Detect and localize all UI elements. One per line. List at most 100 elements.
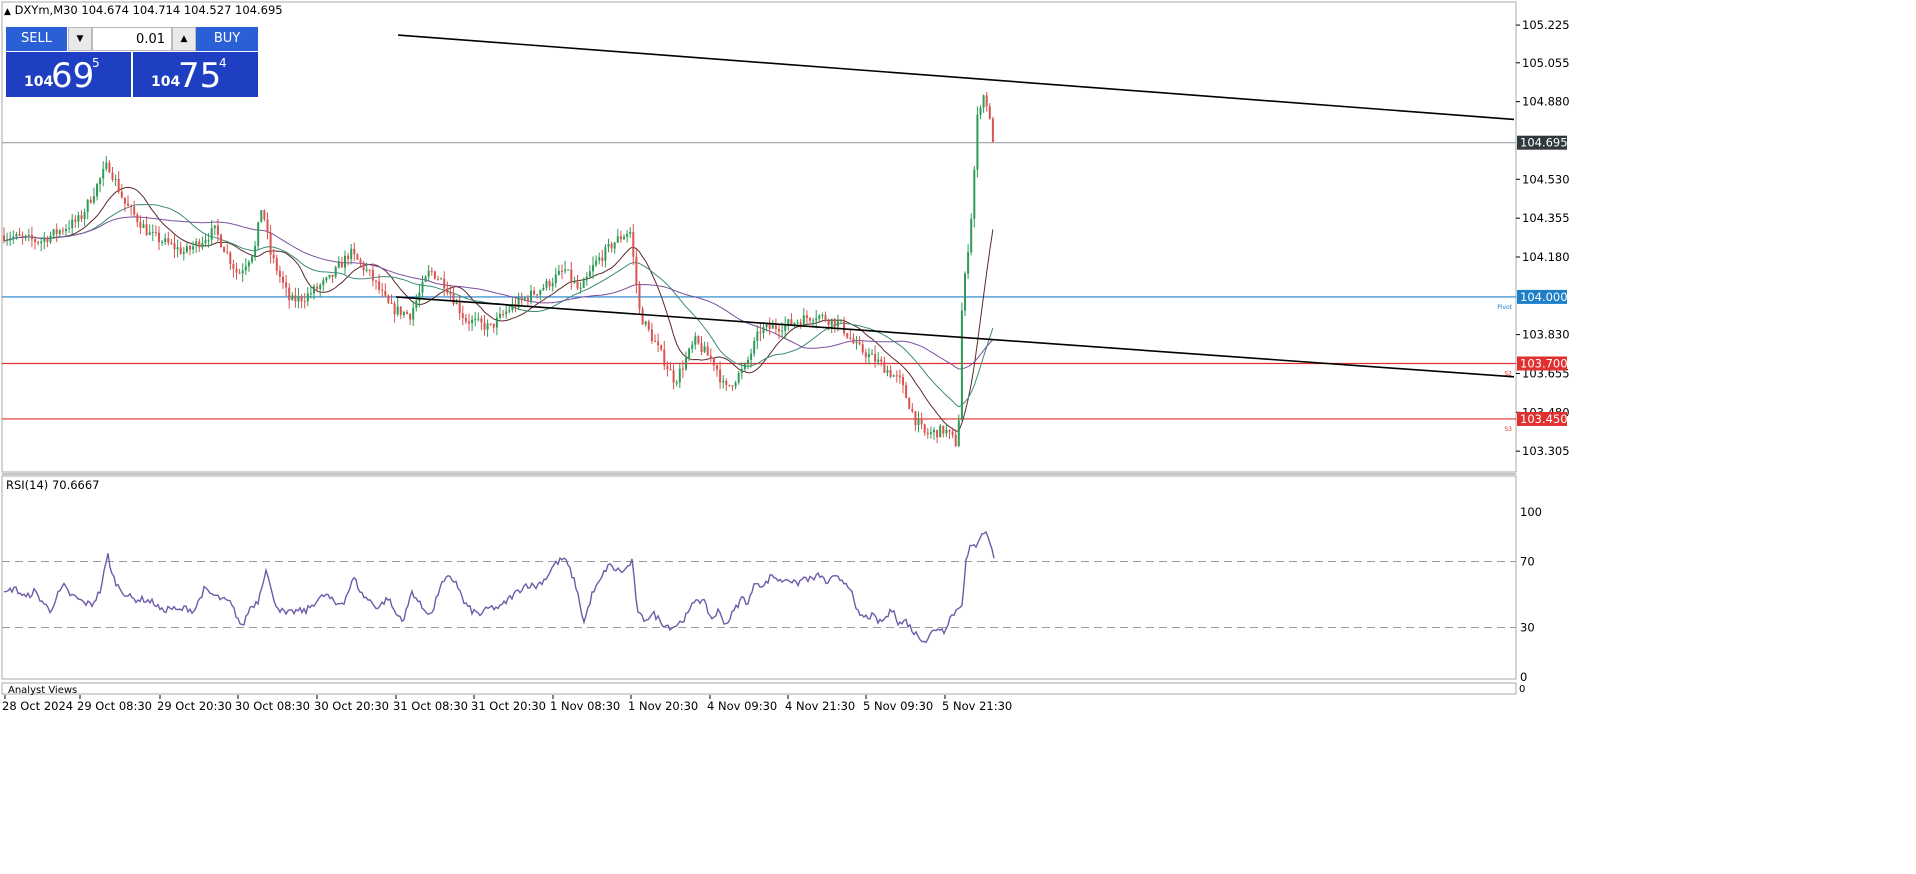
candle-body — [220, 234, 222, 248]
trendlines[interactable] — [395, 34, 1515, 378]
candle-body — [226, 252, 229, 254]
candle-body — [579, 287, 582, 289]
candle-body — [464, 317, 467, 322]
trendline[interactable] — [395, 296, 1515, 378]
candle-body — [139, 222, 142, 228]
candle-body — [948, 429, 951, 432]
candle-body — [675, 382, 678, 384]
x-tick-label: 31 Oct 20:30 — [471, 699, 546, 713]
candle-body — [303, 301, 306, 303]
candle-body — [523, 297, 526, 300]
price-axis[interactable]: 105.225 105.055 104.880 104.530 104.355 104.1… — [1516, 18, 1570, 458]
candle-body — [564, 269, 567, 272]
candle-body — [272, 254, 275, 259]
candle-body — [192, 246, 195, 250]
buy-quote[interactable]: 104 75 4 — [133, 52, 258, 97]
candle-body — [750, 353, 753, 360]
candle-body — [480, 318, 483, 323]
candle-body — [437, 278, 439, 280]
candle-body — [601, 257, 604, 261]
candle-body — [855, 342, 858, 344]
candle-body — [920, 419, 923, 425]
candle-body — [728, 384, 731, 386]
chart-canvas[interactable]: 105.225 105.055 104.880 104.530 104.355 104.1… — [0, 0, 1916, 874]
candle-body — [154, 231, 157, 233]
candle-body — [468, 321, 470, 324]
candle-body — [824, 315, 827, 321]
candle-body — [114, 178, 117, 180]
candle-body — [297, 296, 300, 302]
candle-body — [734, 382, 737, 387]
trendline[interactable] — [397, 34, 1515, 121]
rsi-tick-label: 0 — [1520, 670, 1527, 684]
candle-body — [719, 369, 722, 383]
candle-body — [877, 359, 880, 362]
y-tick-label: 103.305 — [1522, 444, 1570, 458]
candle-body — [362, 262, 365, 271]
candle-body — [604, 246, 607, 261]
candles — [3, 91, 994, 447]
candle-body — [278, 270, 281, 277]
candle-body — [55, 229, 58, 234]
candle-body — [130, 205, 133, 207]
sell-button[interactable]: SELL — [6, 27, 67, 51]
sell-quote-pips: 69 — [51, 56, 95, 96]
candle-body — [722, 380, 725, 383]
symbol-ohlc: DXYm,M30 104.674 104.714 104.527 104.695 — [14, 3, 283, 17]
candle-body — [598, 257, 601, 261]
candle-body — [176, 247, 179, 250]
symbol-arrow-icon[interactable]: ▲ — [4, 7, 11, 17]
candle-body — [313, 286, 315, 294]
candle-body — [427, 270, 430, 277]
buy-button[interactable]: BUY — [196, 27, 258, 51]
candle-body — [650, 329, 653, 342]
candle-body — [957, 420, 960, 447]
candle-body — [874, 353, 877, 362]
candle-body — [923, 424, 926, 433]
candle-body — [917, 419, 920, 426]
candle-body — [393, 303, 396, 315]
candle-body — [229, 252, 232, 264]
level-tag-text-current-price: 104.695 — [1520, 136, 1568, 150]
candle-body — [71, 219, 74, 229]
time-axis[interactable]: 28 Oct 2024 29 Oct 08:30 29 Oct 20:30 30 Oc… — [2, 695, 1012, 713]
candle-body — [148, 232, 151, 235]
candle-body — [198, 241, 201, 248]
candle-body — [185, 246, 188, 252]
candle-body — [623, 236, 625, 240]
candle-body — [926, 432, 929, 435]
candle-body — [161, 242, 164, 244]
candle-body — [461, 313, 464, 318]
candle-body — [254, 245, 257, 257]
candle-body — [929, 432, 932, 435]
candle-body — [288, 287, 291, 301]
candle-body — [799, 322, 802, 326]
candle-body — [861, 344, 864, 353]
lot-size-input[interactable] — [92, 27, 172, 51]
candle-body — [390, 302, 393, 304]
candle-body — [49, 235, 52, 243]
candle-body — [663, 349, 666, 366]
candle-body — [629, 231, 632, 234]
candle-body — [545, 280, 548, 288]
candle-body — [753, 340, 756, 354]
candle-body — [802, 315, 805, 326]
candle-body — [867, 354, 870, 358]
candle-body — [359, 259, 362, 263]
lot-increase-icon[interactable]: ▲ — [172, 27, 196, 51]
sell-quote[interactable]: 104 69 5 — [6, 52, 131, 97]
lot-decrease-icon[interactable]: ▼ — [68, 27, 92, 51]
candle-body — [508, 309, 511, 312]
rsi-tick-label: 70 — [1520, 555, 1535, 569]
candle-body — [483, 322, 486, 330]
candle-body — [449, 292, 452, 295]
candle-body — [368, 269, 371, 271]
candle-body — [471, 319, 474, 324]
y-tick-label: 104.180 — [1522, 250, 1570, 264]
y-tick-label: 105.225 — [1522, 18, 1570, 32]
candle-body — [443, 278, 446, 289]
candle-body — [247, 261, 250, 267]
candle-body — [843, 320, 846, 334]
x-tick-label: 29 Oct 20:30 — [157, 699, 232, 713]
candle-body — [716, 365, 718, 370]
